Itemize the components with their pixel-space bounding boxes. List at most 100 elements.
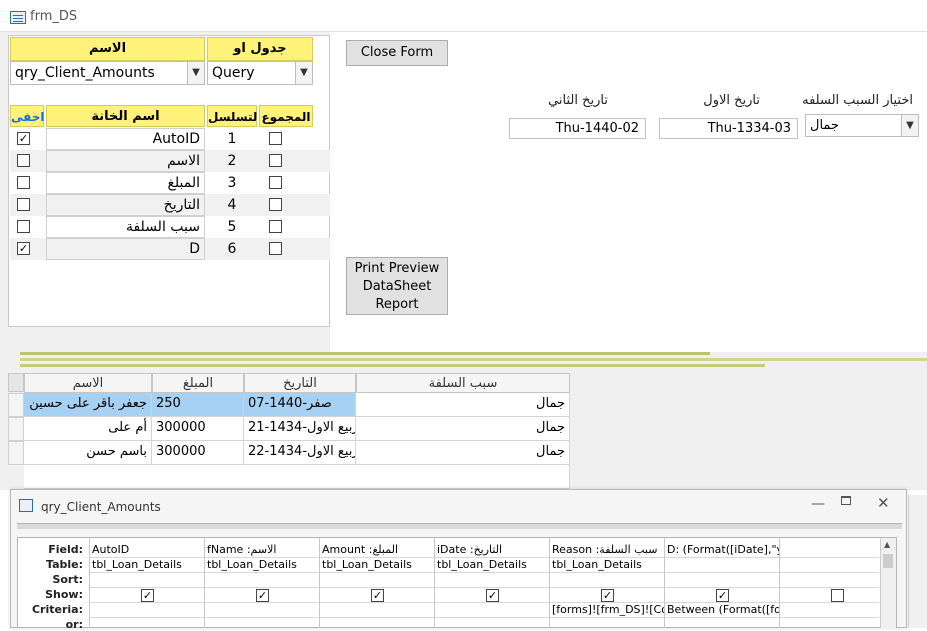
reason-combo[interactable]: جمال ▼ — [805, 114, 919, 137]
criteria-cell[interactable]: [forms]![frm_DS]![Cont — [549, 603, 664, 617]
new-record-row[interactable] — [24, 465, 570, 489]
field-name-cell[interactable]: المبلغ — [46, 172, 205, 194]
table-cell[interactable]: tbl_Loan_Details — [434, 558, 549, 572]
sort-cell[interactable] — [779, 573, 894, 587]
table-cell[interactable]: 300000 — [152, 441, 244, 465]
table-cell[interactable]: أم على — [24, 417, 152, 441]
sequence-cell[interactable]: 6 — [207, 238, 257, 260]
splitter-bar[interactable] — [17, 523, 902, 529]
grid-row-label: Criteria: — [31, 603, 83, 616]
query-window-title: qry_Client_Amounts — [41, 500, 161, 514]
print-preview-button[interactable]: Print Preview DataSheet Report — [346, 257, 448, 315]
query-icon — [19, 499, 33, 512]
criteria-cell[interactable]: Between (Format([for — [664, 603, 779, 617]
group-checkbox[interactable] — [269, 132, 282, 145]
field-name-cell[interactable]: التاريخ — [46, 194, 205, 216]
column-header[interactable]: سبب السلفة — [356, 373, 570, 393]
group-checkbox[interactable] — [269, 154, 282, 167]
reason-combo-value: جمال — [810, 118, 839, 133]
table-cell[interactable]: باسم حسن — [24, 441, 152, 465]
show-checkbox[interactable] — [831, 589, 844, 602]
field-cell[interactable]: Reason :سبب السلفة — [549, 543, 664, 557]
sort-cell[interactable] — [434, 573, 549, 587]
row-selector[interactable] — [8, 417, 24, 441]
table-cell[interactable]: جعفر باقر على حسين على — [24, 393, 152, 417]
restore-icon[interactable] — [841, 496, 851, 505]
select-all-corner[interactable] — [8, 373, 24, 392]
table-cell[interactable]: 300000 — [152, 417, 244, 441]
table-cell[interactable]: 21-ربيع الاول-1434 — [244, 417, 356, 441]
field-cell[interactable]: fName :الاسم — [204, 543, 319, 557]
grid-line — [89, 617, 879, 618]
date-second-label: تاريخ الثاني — [548, 93, 608, 108]
table-cell[interactable]: جمال — [356, 441, 570, 465]
print-preview-label-2: DataSheet — [362, 279, 432, 294]
field-name-cell[interactable]: الاسم — [46, 150, 205, 172]
field-cell[interactable]: Amount :المبلغ — [319, 543, 434, 557]
sort-cell[interactable] — [319, 573, 434, 587]
column-header[interactable]: التاريخ — [244, 373, 356, 393]
show-checkbox[interactable]: ✓ — [716, 589, 729, 602]
show-checkbox[interactable]: ✓ — [371, 589, 384, 602]
table-cell[interactable]: 22-ربيع الاول-1434 — [244, 441, 356, 465]
sort-cell[interactable] — [204, 573, 319, 587]
hide-checkbox[interactable] — [17, 220, 30, 233]
sort-cell[interactable] — [664, 573, 779, 587]
separator-bar — [20, 352, 710, 355]
sequence-cell[interactable]: 5 — [207, 216, 257, 238]
field-name-cell[interactable]: AutoID — [46, 128, 205, 150]
sequence-column-header: لتسلسل — [207, 105, 257, 127]
table-cell[interactable]: جمال — [356, 393, 570, 417]
group-checkbox[interactable] — [269, 176, 282, 189]
group-checkbox[interactable] — [269, 242, 282, 255]
sequence-cell[interactable]: 1 — [207, 128, 257, 150]
field-name-cell[interactable]: D — [46, 238, 205, 260]
field-cell[interactable]: D: (Format([iDate],"yyy — [664, 543, 779, 557]
row-selector[interactable] — [8, 441, 24, 465]
group-checkbox[interactable] — [269, 198, 282, 211]
show-checkbox[interactable]: ✓ — [256, 589, 269, 602]
field-cell[interactable]: AutoID — [89, 543, 204, 557]
hide-checkbox[interactable] — [17, 176, 30, 189]
table-cell[interactable]: 07-صفر-1440 — [244, 393, 356, 417]
table-cell[interactable]: tbl_Loan_Details — [89, 558, 204, 572]
chevron-down-icon[interactable]: ▼ — [295, 62, 312, 84]
sort-cell[interactable] — [549, 573, 664, 587]
table-cell[interactable]: tbl_Loan_Details — [204, 558, 319, 572]
grid-vertical-scrollbar[interactable]: ▲ — [880, 538, 896, 628]
group-checkbox[interactable] — [269, 220, 282, 233]
sort-cell[interactable] — [89, 573, 204, 587]
hide-checkbox[interactable] — [17, 154, 30, 167]
date-second-input[interactable]: Thu-1440-02 — [509, 118, 646, 139]
table-cell[interactable]: 250 — [152, 393, 244, 417]
minimize-icon[interactable]: — — [811, 496, 825, 512]
type-combo[interactable]: Query ▼ — [207, 61, 313, 85]
table-cell[interactable]: tbl_Loan_Details — [319, 558, 434, 572]
date-first-input[interactable]: Thu-1334-03 — [659, 118, 798, 139]
row-selector[interactable] — [8, 393, 24, 417]
close-form-button[interactable]: Close Form — [346, 40, 448, 66]
field-name-cell[interactable]: سبب السلفة — [46, 216, 205, 238]
name-combo[interactable]: qry_Client_Amounts ▼ — [10, 61, 205, 85]
hide-checkbox[interactable]: ✓ — [17, 132, 30, 145]
chevron-down-icon[interactable]: ▼ — [901, 115, 918, 136]
table-cell[interactable]: جمال — [356, 417, 570, 441]
outer-scrollbar[interactable] — [908, 495, 927, 628]
show-checkbox[interactable]: ✓ — [141, 589, 154, 602]
hide-checkbox[interactable] — [17, 198, 30, 211]
scrollbar-thumb[interactable] — [883, 554, 893, 568]
sequence-cell[interactable]: 4 — [207, 194, 257, 216]
column-header[interactable]: المبلغ — [152, 373, 244, 393]
show-checkbox[interactable]: ✓ — [601, 589, 614, 602]
name-header: الاسم — [10, 37, 205, 61]
scroll-up-icon[interactable]: ▲ — [884, 540, 890, 549]
hide-checkbox[interactable]: ✓ — [17, 242, 30, 255]
table-cell[interactable]: tbl_Loan_Details — [549, 558, 664, 572]
show-checkbox[interactable]: ✓ — [486, 589, 499, 602]
sequence-cell[interactable]: 3 — [207, 172, 257, 194]
sequence-cell[interactable]: 2 — [207, 150, 257, 172]
column-header[interactable]: الاسم — [24, 373, 152, 393]
close-icon[interactable]: ✕ — [877, 494, 890, 512]
chevron-down-icon[interactable]: ▼ — [187, 62, 204, 84]
field-cell[interactable]: iDate :التاريخ — [434, 543, 549, 557]
